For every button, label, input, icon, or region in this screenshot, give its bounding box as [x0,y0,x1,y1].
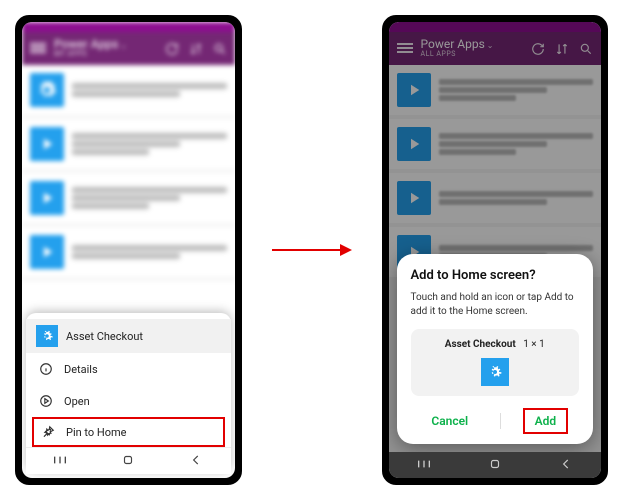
search-icon[interactable] [213,41,227,55]
add-button[interactable]: Add [523,408,569,434]
recents-button[interactable] [52,452,68,471]
gear-icon [30,73,64,107]
back-button[interactable] [188,452,204,471]
status-bar [389,22,602,32]
play-icon [397,73,431,107]
app-header: Power Apps⌄ ALL APPS [389,32,602,65]
menu-details[interactable]: Details [26,353,231,385]
play-icon [397,127,431,161]
shortcut-preview[interactable]: Asset Checkout 1 × 1 [411,329,580,396]
list-item[interactable] [22,65,235,115]
phone-right: Power Apps⌄ ALL APPS [382,15,609,485]
back-button[interactable] [558,456,574,475]
menu-open[interactable]: Open [26,385,231,417]
play-icon [30,181,64,215]
pin-icon [40,424,56,440]
flow-arrow-icon [272,240,352,260]
home-button[interactable] [487,456,503,475]
play-outline-icon [38,393,54,409]
sheet-header: Asset Checkout [26,319,231,353]
header-subtitle: MY APPS [54,51,157,59]
play-icon [397,181,431,215]
list-item[interactable] [22,227,235,277]
add-to-home-dialog: Add to Home screen? Touch and hold an ic… [397,254,594,444]
cancel-button[interactable]: Cancel [421,410,478,432]
list-item[interactable] [22,173,235,223]
sort-icon[interactable] [189,41,203,55]
list-item[interactable] [389,119,602,169]
refresh-icon[interactable] [531,41,545,55]
app-header: Power Apps⌄ MY APPS [22,32,235,65]
context-menu-sheet: Asset Checkout Details Open Pin to Home [26,313,231,474]
menu-icon[interactable] [397,43,413,53]
refresh-icon[interactable] [165,41,179,55]
list-item[interactable] [389,173,602,223]
list-item[interactable] [22,119,235,169]
android-navbar [389,452,602,478]
dialog-title: Add to Home screen? [411,268,580,283]
header-title: Power Apps [421,37,485,51]
menu-label: Open [64,395,90,408]
search-icon[interactable] [579,41,593,55]
recents-button[interactable] [416,456,432,475]
play-icon [30,235,64,269]
sort-icon[interactable] [555,41,569,55]
header-title: Power Apps [54,37,118,51]
app-list [22,65,235,281]
home-button[interactable] [120,452,136,471]
chevron-down-icon[interactable]: ⌄ [487,41,494,50]
gear-icon [36,325,58,347]
chevron-down-icon[interactable]: ⌄ [120,41,127,50]
sheet-title: Asset Checkout [66,330,143,343]
menu-label: Details [64,363,98,376]
divider [500,413,501,429]
menu-icon[interactable] [30,43,46,53]
play-icon [30,127,64,161]
status-bar [22,22,235,32]
menu-pin-to-home[interactable]: Pin to Home [32,417,225,447]
dialog-body: Touch and hold an icon or tap Add to add… [411,291,580,319]
menu-label: Pin to Home [66,426,127,439]
header-subtitle: ALL APPS [421,51,524,59]
list-item[interactable] [389,65,602,115]
preview-label: Asset Checkout 1 × 1 [421,339,570,350]
phone-left: Power Apps⌄ MY APPS [15,15,242,485]
android-navbar [26,447,231,474]
gear-icon [481,358,509,386]
info-icon [38,361,54,377]
